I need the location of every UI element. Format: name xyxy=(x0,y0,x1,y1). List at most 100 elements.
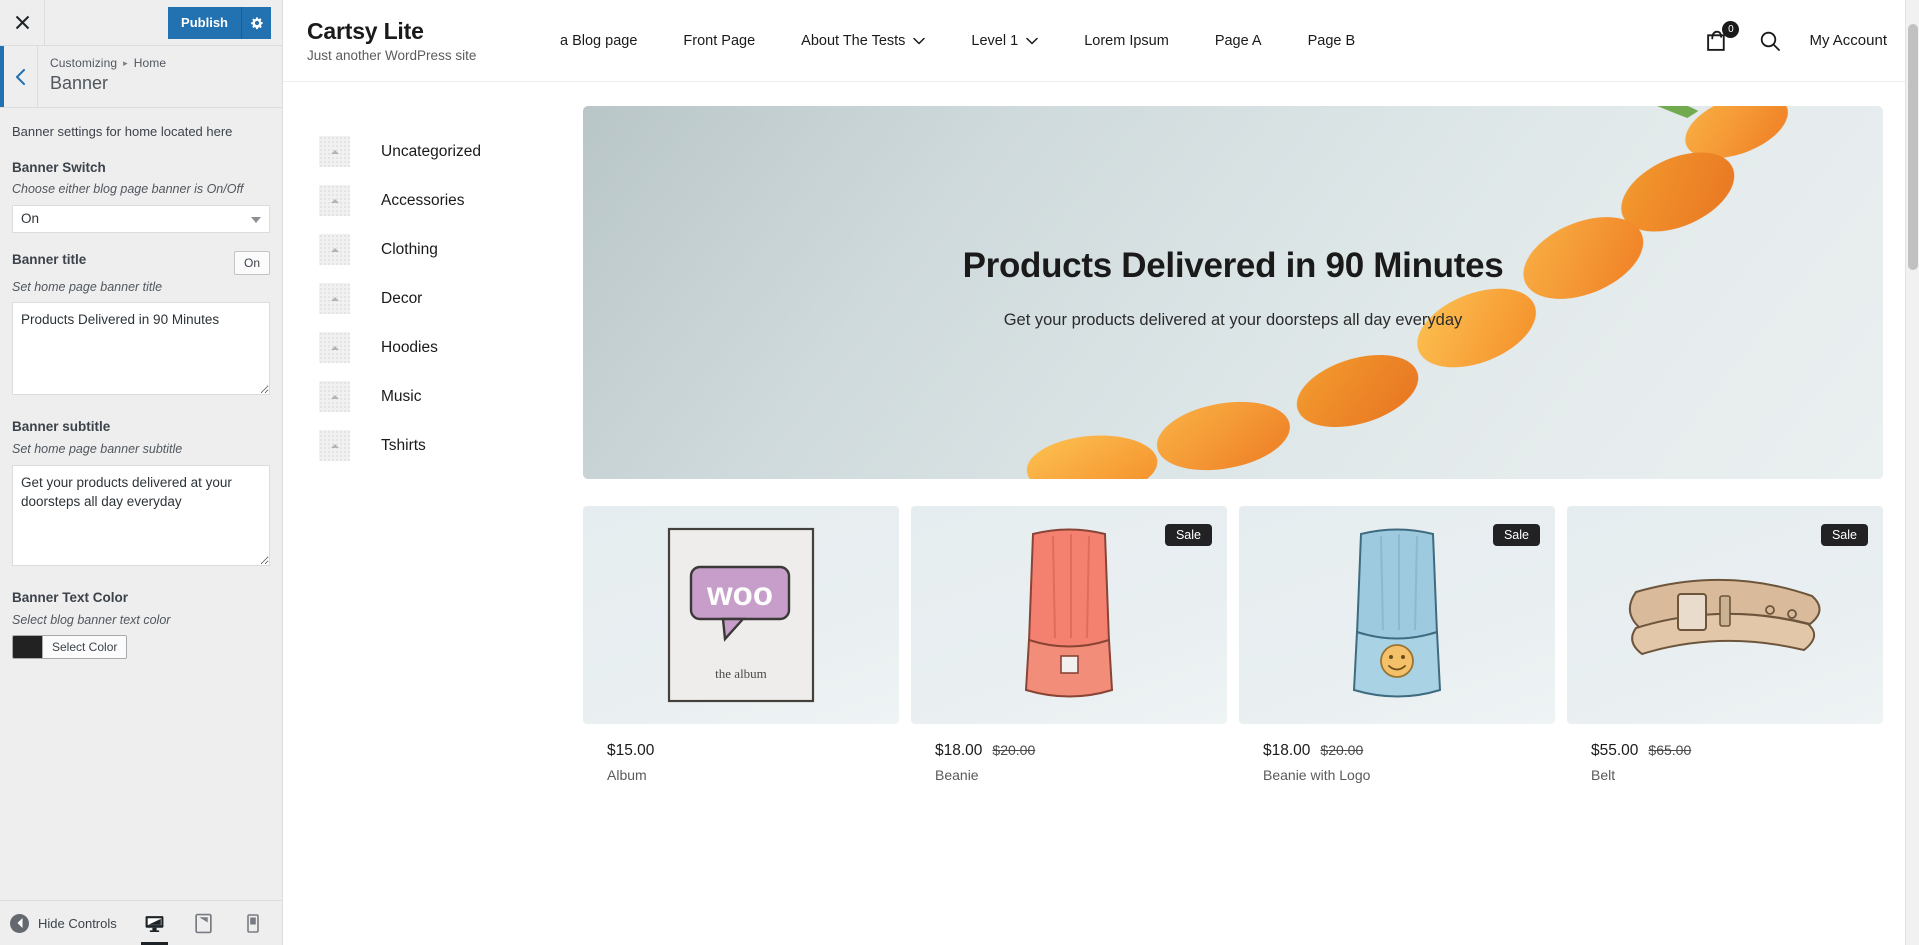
nav-item-about-the-tests[interactable]: About The Tests xyxy=(778,33,948,49)
customizer-sidebar: Publish Customizing ▸ Home Banner Banner… xyxy=(0,0,283,945)
close-icon[interactable] xyxy=(0,0,45,45)
product-title: Beanie xyxy=(935,767,979,783)
banner-title-toggle-button[interactable]: On xyxy=(233,250,270,275)
nav-item-page-b[interactable]: Page B xyxy=(1285,33,1379,49)
product-card[interactable]: Sale $18.00 $20.00 Beanie xyxy=(911,506,1227,783)
breadcrumb-root: Customizing xyxy=(50,56,118,70)
device-preview-group xyxy=(137,901,270,945)
control-banner-text-color: Banner Text Color Select blog banner tex… xyxy=(12,589,270,663)
banner-switch-select-wrap: On xyxy=(12,204,270,233)
product-old-price: $20.00 xyxy=(992,742,1036,758)
cart-count-badge: 0 xyxy=(1722,20,1740,38)
mobile-icon[interactable] xyxy=(235,901,270,945)
primary-navigation: a Blog page Front Page About The Tests L… xyxy=(519,33,1705,49)
nav-item-front-page[interactable]: Front Page xyxy=(660,33,778,49)
category-label: Uncategorized xyxy=(381,142,481,160)
product-card[interactable]: Sale xyxy=(1567,506,1883,783)
category-label: Accessories xyxy=(381,191,465,209)
product-title: Album xyxy=(607,767,647,783)
banner-title: Products Delivered in 90 Minutes xyxy=(962,246,1504,285)
sale-badge: Sale xyxy=(1820,524,1868,546)
price-row: $15.00 xyxy=(607,742,875,760)
category-item-hoodies[interactable]: Hoodies xyxy=(319,332,583,363)
chevron-down-icon xyxy=(913,33,926,49)
customizer-app: Publish Customizing ▸ Home Banner Banner… xyxy=(0,0,1919,945)
product-card[interactable]: Sale xyxy=(1239,506,1555,783)
main-column: Products Delivered in 90 Minutes Get you… xyxy=(583,106,1919,783)
chevron-down-icon xyxy=(1026,33,1038,49)
scrollbar-thumb[interactable] xyxy=(1908,24,1918,270)
color-swatch xyxy=(13,636,42,659)
control-label: Banner Switch xyxy=(12,159,106,175)
desktop-icon[interactable] xyxy=(137,901,172,945)
nav-label: Level 1 xyxy=(971,32,1019,49)
chevron-left-icon[interactable] xyxy=(0,46,38,107)
category-item-uncategorized[interactable]: Uncategorized xyxy=(319,136,583,167)
banner-title-textarea[interactable] xyxy=(12,302,270,396)
breadcrumb-section: Home xyxy=(133,56,167,70)
nav-label: Lorem Ipsum xyxy=(1084,32,1169,49)
product-meta: $15.00 Album xyxy=(583,724,899,783)
tablet-icon[interactable] xyxy=(186,901,221,945)
broken-image-icon xyxy=(319,430,350,461)
category-item-music[interactable]: Music xyxy=(319,381,583,412)
breadcrumb: Customizing ▸ Home xyxy=(50,56,282,70)
product-price: $55.00 xyxy=(1591,742,1639,759)
category-item-accessories[interactable]: Accessories xyxy=(319,185,583,216)
broken-image-icon xyxy=(319,332,350,363)
category-sidebar: Uncategorized Accessories Clothing Decor… xyxy=(283,106,583,783)
svg-text:the album: the album xyxy=(715,666,767,681)
control-hint: Set home page banner subtitle xyxy=(12,442,183,457)
customizer-footer: Hide Controls xyxy=(0,900,282,945)
control-banner-subtitle: Banner subtitle Set home page banner sub… xyxy=(12,418,270,570)
site-preview: Cartsy Lite Just another WordPress site … xyxy=(283,0,1919,945)
search-icon[interactable] xyxy=(1758,29,1782,53)
banner-subtitle-textarea[interactable] xyxy=(12,464,270,566)
broken-image-icon xyxy=(319,234,350,265)
product-price: $18.00 xyxy=(1263,742,1311,759)
broken-image-icon xyxy=(319,185,350,216)
product-old-price: $20.00 xyxy=(1320,742,1364,758)
shopping-bag-icon[interactable]: 0 xyxy=(1705,20,1740,54)
collapse-left-icon xyxy=(10,913,29,933)
price-row: $18.00 $20.00 xyxy=(935,742,1203,760)
nav-item-page-a[interactable]: Page A xyxy=(1192,33,1285,49)
nav-item-lorem-ipsum[interactable]: Lorem Ipsum xyxy=(1061,33,1192,49)
category-label: Music xyxy=(381,387,422,405)
customizer-topbar: Publish xyxy=(0,0,282,46)
category-label: Clothing xyxy=(381,240,438,258)
banner-subtitle: Get your products delivered at your door… xyxy=(1003,311,1463,329)
site-header: Cartsy Lite Just another WordPress site … xyxy=(283,0,1919,82)
section-description: Banner settings for home located here xyxy=(12,124,233,139)
hide-controls-button[interactable]: Hide Controls xyxy=(10,913,117,933)
gear-icon[interactable] xyxy=(241,6,271,39)
nav-item-level-1[interactable]: Level 1 xyxy=(948,33,1061,49)
publish-button[interactable]: Publish xyxy=(168,6,241,39)
product-card[interactable]: woo the album $15.00 Album xyxy=(583,506,899,783)
broken-image-icon xyxy=(319,283,350,314)
banner-text: Products Delivered in 90 Minutes Get you… xyxy=(583,246,1883,330)
product-title: Beanie with Logo xyxy=(1263,767,1371,783)
my-account-link[interactable]: My Account xyxy=(1809,32,1887,49)
control-label: Banner Text Color xyxy=(12,589,129,605)
site-branding[interactable]: Cartsy Lite Just another WordPress site xyxy=(307,18,519,63)
select-color-label: Select Color xyxy=(42,636,127,659)
color-picker-button[interactable]: Select Color xyxy=(12,635,128,660)
broken-image-icon xyxy=(319,381,350,412)
product-grid: woo the album $15.00 Album Sale $18.00 $… xyxy=(583,506,1883,783)
page-title: Banner xyxy=(50,73,109,93)
preview-scrollbar[interactable] xyxy=(1905,0,1919,945)
category-label: Hoodies xyxy=(381,338,438,356)
sale-badge: Sale xyxy=(1492,524,1540,546)
page-content: Uncategorized Accessories Clothing Decor… xyxy=(283,82,1919,783)
banner-switch-select[interactable]: On xyxy=(12,204,270,233)
category-item-decor[interactable]: Decor xyxy=(319,283,583,314)
category-item-tshirts[interactable]: Tshirts xyxy=(319,430,583,461)
broken-image-icon xyxy=(319,136,350,167)
customizer-controls-body[interactable]: Banner settings for home located here Ba… xyxy=(0,108,282,900)
nav-item-a-blog-page[interactable]: a Blog page xyxy=(537,33,660,49)
category-item-clothing[interactable]: Clothing xyxy=(319,234,583,265)
product-price: $15.00 xyxy=(607,742,655,759)
product-meta: $55.00 $65.00 Belt xyxy=(1567,724,1883,783)
nav-label: Front Page xyxy=(683,32,756,49)
